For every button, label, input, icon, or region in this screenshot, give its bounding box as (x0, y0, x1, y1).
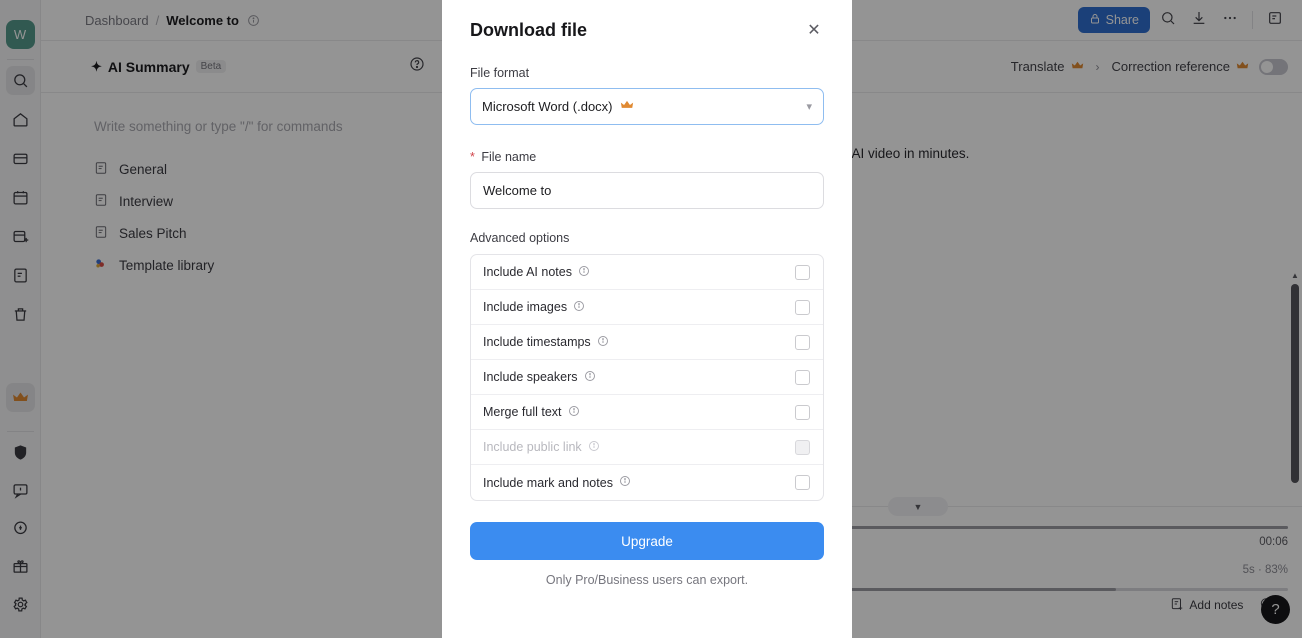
option-label: Include timestamps (483, 335, 609, 350)
file-name-label: * File name (470, 150, 824, 164)
option-label-text: Include public link (483, 440, 582, 454)
file-name-label-text: File name (481, 150, 537, 164)
info-icon[interactable] (578, 265, 590, 280)
option-label-text: Include speakers (483, 370, 578, 384)
info-icon[interactable] (619, 475, 631, 490)
option-checkbox[interactable] (795, 475, 810, 490)
option-label: Include speakers (483, 370, 596, 385)
upgrade-button[interactable]: Upgrade (470, 522, 824, 560)
crown-icon (620, 98, 634, 115)
option-row[interactable]: Merge full text (471, 395, 823, 430)
option-label-text: Merge full text (483, 405, 562, 419)
option-checkbox[interactable] (795, 299, 810, 315)
file-name-input[interactable]: Welcome to (470, 172, 824, 209)
option-row[interactable]: Include speakers (471, 360, 823, 395)
file-format-label: File format (470, 66, 530, 80)
required-asterisk: * (470, 150, 475, 164)
dialog-header: Download file ✕ (470, 0, 824, 41)
advanced-options-list: Include AI notes Include images Include … (470, 254, 824, 501)
option-label: Include public link (483, 440, 600, 455)
option-row-disabled: Include public link (471, 430, 823, 465)
chevron-down-icon[interactable]: ▾ (806, 100, 812, 113)
close-icon[interactable]: ✕ (804, 20, 824, 40)
file-format-select[interactable]: Microsoft Word (.docx) ▾ (470, 88, 824, 125)
option-label: Include AI notes (483, 265, 590, 280)
option-checkbox-disabled (795, 439, 810, 455)
option-label-text: Include AI notes (483, 265, 572, 279)
option-label: Merge full text (483, 405, 580, 420)
app-window: W Dashboard / Welcome to Share ✦ AI Summ… (0, 0, 1302, 638)
option-label-text: Include mark and notes (483, 475, 613, 490)
option-row[interactable]: Include AI notes (471, 255, 823, 290)
option-row[interactable]: Include mark and notes (471, 465, 823, 500)
option-label-text: Include timestamps (483, 335, 591, 349)
option-label-text: Include images (483, 300, 568, 314)
option-label: Include images (483, 300, 585, 315)
info-icon[interactable] (584, 370, 596, 385)
info-icon[interactable] (597, 335, 609, 350)
dialog-title: Download file (470, 20, 587, 40)
info-icon (588, 440, 600, 455)
option-label: Include mark and notes (483, 475, 631, 490)
advanced-options-label: Advanced options (470, 231, 570, 245)
file-name-value: Welcome to (483, 183, 552, 198)
option-row[interactable]: Include images (471, 290, 823, 325)
info-icon[interactable] (573, 300, 585, 315)
file-format-value: Microsoft Word (.docx) (482, 99, 613, 114)
export-note: Only Pro/Business users can export. (545, 573, 749, 587)
option-checkbox[interactable] (795, 264, 810, 280)
option-checkbox[interactable] (795, 334, 810, 350)
option-checkbox[interactable] (795, 369, 810, 385)
info-icon[interactable] (568, 405, 580, 420)
download-file-dialog: Download file ✕ File format Microsoft Wo… (442, 0, 852, 638)
option-row[interactable]: Include timestamps (471, 325, 823, 360)
option-checkbox[interactable] (795, 404, 810, 420)
